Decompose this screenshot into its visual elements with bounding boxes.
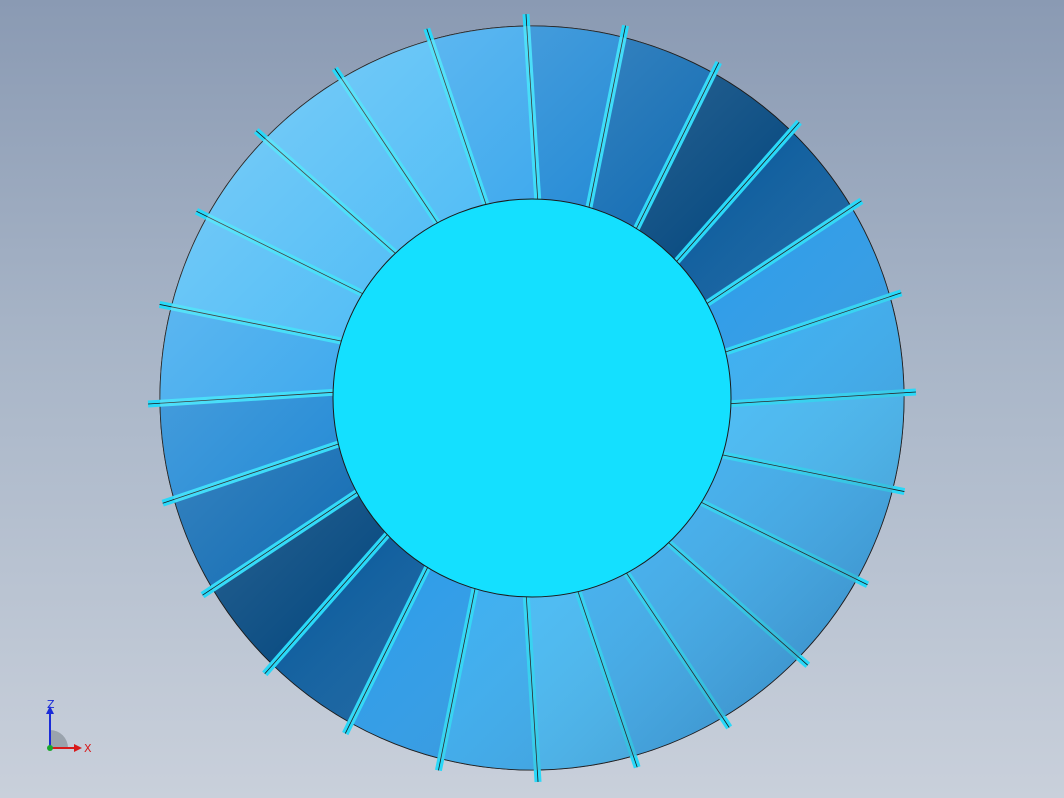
axis-triad: Z X (36, 696, 100, 760)
origin-dot-icon (47, 745, 53, 751)
x-axis-label: X (84, 742, 92, 755)
hub-disk (332, 198, 732, 598)
3d-viewport[interactable]: Z X (0, 0, 1064, 798)
triad-quadrant-icon (50, 730, 68, 748)
x-arrow-icon (74, 744, 82, 752)
turbine-disk-model[interactable] (0, 0, 1064, 798)
z-axis-label: Z (47, 698, 55, 711)
